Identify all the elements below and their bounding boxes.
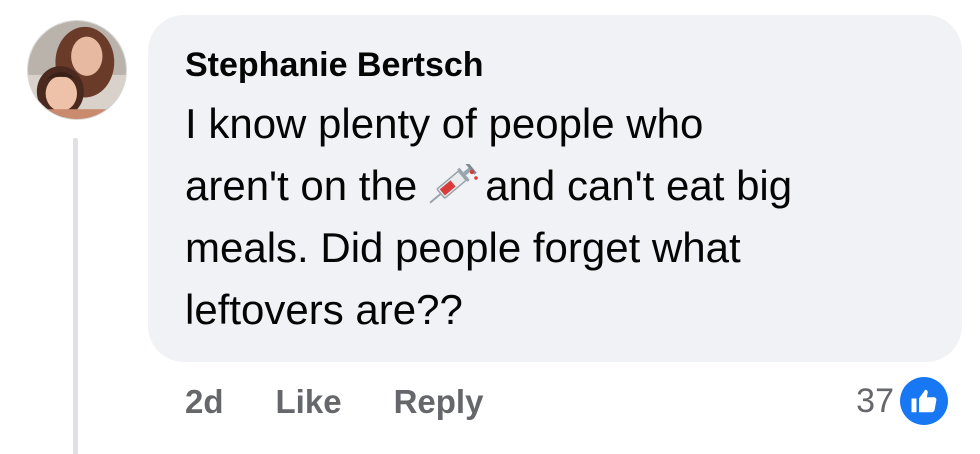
comment-line: leftovers are?? — [185, 286, 463, 333]
thread-line — [73, 138, 78, 454]
comment-bubble: Stephanie Bertsch I know plenty of peopl… — [148, 15, 962, 362]
comment-actions: 2d Like Reply — [185, 380, 483, 424]
comment-line-segment: and can't eat big — [485, 162, 793, 209]
like-button[interactable]: Like — [276, 383, 342, 421]
comment-text: I know plenty of people who aren't on th… — [185, 93, 945, 341]
thumbs-up-icon — [900, 377, 948, 425]
reaction-summary[interactable]: 37 — [856, 375, 950, 427]
comment-line-segment: aren't on the — [185, 162, 418, 209]
profile-photo-icon — [28, 21, 126, 119]
comment-timestamp[interactable]: 2d — [185, 383, 224, 421]
avatar[interactable] — [27, 20, 127, 120]
comment-line: meals. Did people forget what — [185, 224, 741, 271]
reply-button[interactable]: Reply — [394, 383, 484, 421]
like-reaction-badge — [898, 375, 950, 427]
reaction-count: 37 — [856, 381, 894, 420]
comment-author[interactable]: Stephanie Bertsch — [185, 45, 484, 85]
comment-line: I know plenty of people who — [185, 100, 704, 147]
comment-line: aren't on the and can't eat big — [185, 155, 945, 217]
syringe-icon — [421, 164, 479, 208]
